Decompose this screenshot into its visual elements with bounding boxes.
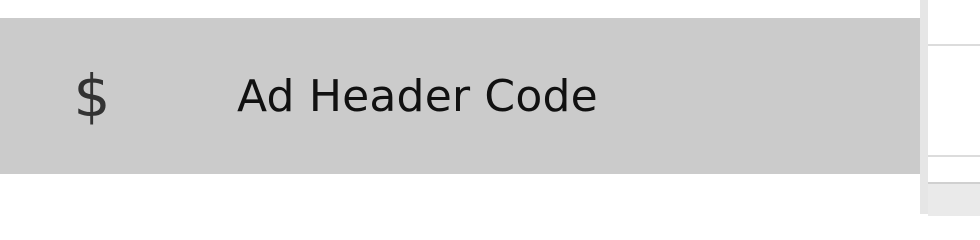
sidebar-item-ad-header-code[interactable]: $ Ad Header Code bbox=[0, 18, 920, 174]
sidebar-menu: $ Ad Header Code bbox=[0, 0, 920, 214]
app-viewport: $ Ad Header Code bbox=[0, 0, 980, 216]
panel-divider bbox=[920, 0, 928, 214]
panel-row-divider bbox=[928, 44, 980, 46]
adjacent-panel bbox=[928, 0, 980, 216]
dollar-icon: $ bbox=[73, 62, 111, 130]
sidebar-item-label: Ad Header Code bbox=[237, 70, 598, 122]
panel-row-divider bbox=[928, 155, 980, 157]
scrollbar[interactable] bbox=[928, 182, 980, 216]
